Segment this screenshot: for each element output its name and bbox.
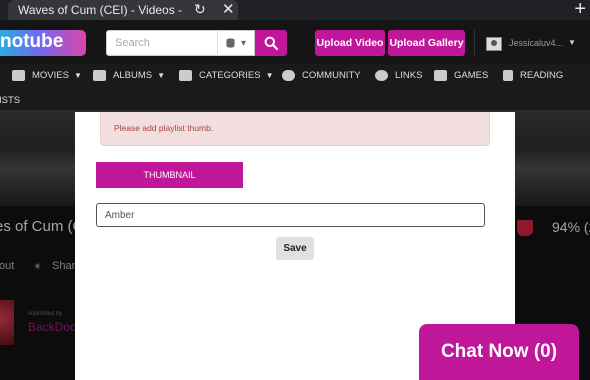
site-logo[interactable]: notube (0, 30, 86, 56)
user-avatar-icon[interactable] (486, 37, 502, 51)
caret-down-icon: ▼ (157, 71, 165, 80)
search-icon (264, 36, 278, 50)
nav-label: READING (520, 70, 564, 81)
nav-item-categories[interactable]: CATEGORIES ▼ (179, 70, 274, 81)
main-nav: MOVIES ▼ ALBUMS ▼ CATEGORIES ▼ COMMUNITY… (0, 64, 590, 110)
nav-item-movies[interactable]: MOVIES ▼ (12, 70, 82, 81)
tab-title: Waves of Cum (CEI) - Videos - (18, 3, 183, 17)
nav-label: CATEGORIES (199, 70, 261, 81)
nav-item-playlists[interactable]: ISTS (0, 95, 20, 106)
search-input[interactable] (106, 30, 218, 56)
book-icon (503, 70, 513, 81)
chat-now-button[interactable]: Chat Now (0) (419, 324, 579, 380)
users-icon (282, 70, 295, 81)
chat-icon (375, 70, 388, 81)
nav-label: COMMUNITY (302, 70, 361, 81)
username[interactable]: Jessicaluv4... (509, 38, 563, 48)
search-type-select[interactable]: ▾ (217, 30, 255, 56)
save-button[interactable]: Save (276, 237, 314, 260)
nav-item-albums[interactable]: ALBUMS ▼ (93, 70, 165, 81)
close-icon[interactable]: ✕ (222, 0, 235, 18)
chevron-down-icon[interactable]: ▼ (568, 38, 576, 47)
new-tab-button[interactable]: + (574, 0, 586, 21)
alert-message: Please add playlist thumb. (114, 123, 214, 133)
nav-label: MOVIES (32, 70, 69, 81)
thumbnail-button[interactable]: THUMBNAIL (96, 162, 243, 188)
upload-video-button[interactable]: Upload Video (315, 30, 385, 56)
search-button[interactable] (255, 30, 287, 56)
list-icon (179, 70, 192, 81)
caret-down-icon: ▼ (73, 71, 82, 80)
browser-tab-bar: Waves of Cum (CEI) - Videos - ↻ ✕ + (0, 0, 590, 20)
browser-tab[interactable]: Waves of Cum (CEI) - Videos - ↻ ✕ (8, 0, 238, 20)
site-header: notube ▾ Upload Video Upload Gallery Jes… (0, 20, 590, 64)
reload-icon[interactable]: ↻ (194, 1, 206, 18)
nav-item-games[interactable]: GAMES (434, 70, 488, 81)
browser-window: Waves of Cum (CEI) - Videos - ↻ ✕ + notu… (0, 0, 590, 380)
nav-label: ALBUMS (113, 70, 153, 81)
database-icon (226, 38, 235, 48)
nav-item-links[interactable]: LINKS (375, 70, 422, 81)
header-divider (474, 30, 475, 56)
games-icon (434, 70, 447, 81)
error-alert: Please add playlist thumb. (100, 112, 490, 146)
nav-item-reading[interactable]: READING (503, 70, 563, 81)
film-icon (12, 70, 25, 81)
playlist-name-field[interactable] (96, 203, 485, 227)
nav-label: LINKS (395, 70, 423, 81)
logo-text: notube (0, 31, 64, 52)
caret-down-icon: ▾ (240, 37, 247, 49)
caret-down-icon: ▼ (265, 71, 274, 80)
nav-item-community[interactable]: COMMUNITY (282, 70, 361, 81)
nav-label: GAMES (454, 70, 489, 81)
camera-icon (93, 70, 106, 81)
upload-gallery-button[interactable]: Upload Gallery (388, 30, 465, 56)
